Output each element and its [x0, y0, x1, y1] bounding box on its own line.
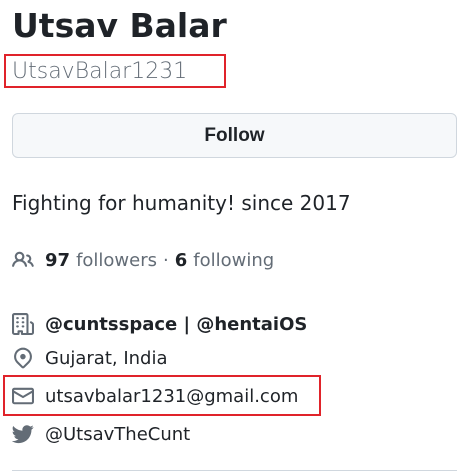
following-link[interactable]: 6 following	[175, 250, 274, 271]
followers-count: 97	[45, 249, 71, 271]
detail-organizations: @cuntsspace | @hentaiOS	[12, 310, 307, 338]
twitter-bird-icon	[12, 423, 34, 445]
organization-icon	[12, 313, 34, 335]
profile-full-name: Utsav Balar	[12, 6, 227, 45]
people-icon	[12, 249, 34, 271]
detail-twitter: @UtsavTheCunt	[12, 420, 190, 448]
following-count: 6	[174, 249, 188, 271]
following-label: following	[193, 249, 275, 271]
stats-separator: ·	[163, 249, 169, 271]
twitter-handle-link[interactable]: @UtsavTheCunt	[45, 424, 190, 445]
location-text: Gujarat, India	[45, 347, 168, 369]
location-pin-icon	[12, 347, 34, 369]
followers-label: followers	[76, 249, 158, 271]
organizations-text[interactable]: @cuntsspace | @hentaiOS	[45, 314, 307, 335]
email-highlight-box	[3, 375, 321, 416]
follow-stats: 97 followers · 6 following	[12, 246, 274, 274]
profile-bio: Fighting for humanity! since 2017	[12, 191, 351, 215]
username-highlight-box	[4, 54, 226, 88]
followers-link[interactable]: 97 followers	[45, 250, 157, 271]
section-divider	[12, 470, 457, 471]
detail-location: Gujarat, India	[12, 344, 168, 372]
follow-button[interactable]: Follow	[12, 113, 457, 158]
